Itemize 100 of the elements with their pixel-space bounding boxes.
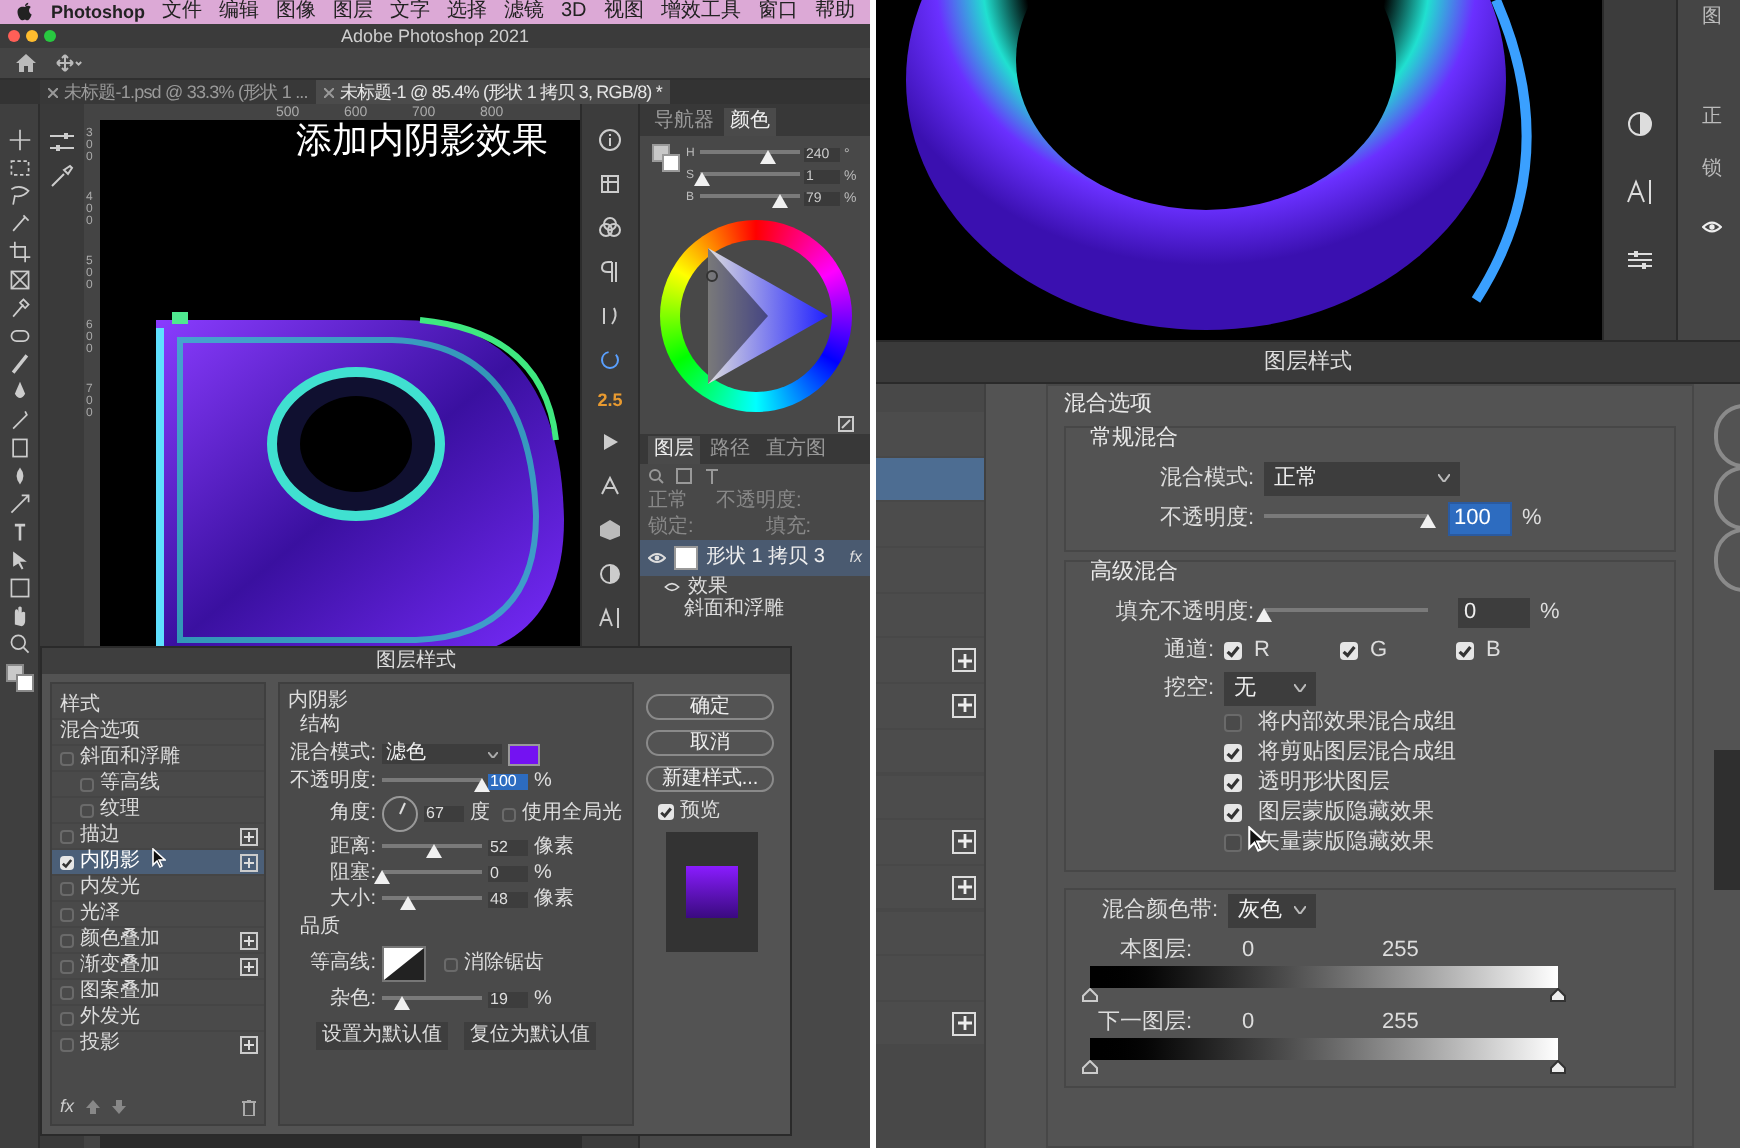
range-handle-icon[interactable] xyxy=(1550,1060,1566,1074)
style-list-item[interactable]: 投影 xyxy=(52,1030,264,1056)
style-list-item[interactable] xyxy=(876,1001,984,1045)
value-field[interactable]: 0 xyxy=(1458,597,1530,627)
type-icon[interactable] xyxy=(1626,178,1654,206)
color-swatches-icon[interactable] xyxy=(5,664,33,692)
checkbox[interactable] xyxy=(60,907,74,921)
style-list-item[interactable]: 纹理 xyxy=(52,796,264,822)
move-down-icon[interactable] xyxy=(112,1100,127,1114)
play-icon[interactable] xyxy=(598,430,622,454)
document-tab[interactable]: 未标题-1 @ 85.4% (形状 1 拷贝 3, RGB/8) * xyxy=(315,80,670,104)
menu-item[interactable]: 选择 xyxy=(447,2,487,22)
add-button[interactable] xyxy=(240,931,258,949)
panel-tab[interactable]: 路径 xyxy=(704,436,756,464)
rectangle-tool-icon[interactable] xyxy=(7,436,31,460)
checkbox[interactable] xyxy=(60,959,74,973)
menu-item[interactable]: 增效工具 xyxy=(660,2,741,22)
checkbox[interactable] xyxy=(1456,641,1474,659)
panel-tab[interactable]: 颜色 xyxy=(724,108,776,136)
slider-track[interactable] xyxy=(700,166,800,186)
pen-tool-icon[interactable] xyxy=(7,408,31,432)
menu-item[interactable]: 编辑 xyxy=(219,2,259,22)
style-list-item[interactable] xyxy=(876,684,984,728)
slider-thumb[interactable] xyxy=(374,869,390,883)
caret-icon[interactable] xyxy=(488,751,498,757)
value-field[interactable]: 48 xyxy=(488,891,528,907)
slider-thumb[interactable] xyxy=(1420,514,1436,528)
expand-icon[interactable] xyxy=(838,416,854,432)
move-up-icon[interactable] xyxy=(86,1100,101,1114)
slider-track[interactable] xyxy=(700,188,800,208)
home-icon[interactable] xyxy=(16,54,36,72)
menu-item[interactable]: 3D xyxy=(561,2,587,22)
style-list-item[interactable]: 斜面和浮雕 xyxy=(52,744,264,770)
style-list-item[interactable]: 混合选项 xyxy=(52,718,264,744)
dialog-button[interactable]: 新建样式... xyxy=(646,766,774,792)
checkbox[interactable] xyxy=(80,777,94,791)
style-list-item[interactable] xyxy=(876,638,984,682)
checkbox[interactable] xyxy=(60,1037,74,1051)
fx-icon[interactable]: fx xyxy=(60,1098,75,1116)
caret-icon[interactable] xyxy=(1294,906,1306,914)
default-button[interactable]: 复位为默认值 xyxy=(464,1022,596,1050)
style-list-item[interactable]: 图案叠加 xyxy=(52,978,264,1004)
glyph-icon[interactable] xyxy=(598,474,622,498)
style-list-item[interactable]: 内阴影 xyxy=(52,848,264,874)
checkbox[interactable] xyxy=(1224,834,1242,852)
lasso-tool-icon[interactable] xyxy=(7,184,31,208)
default-button[interactable]: 设置为默认值 xyxy=(316,1022,448,1050)
adjust-icon[interactable] xyxy=(1626,246,1654,274)
eye-icon[interactable] xyxy=(1702,220,1722,234)
add-button[interactable] xyxy=(952,829,976,854)
pencil-tool-icon[interactable] xyxy=(7,352,31,376)
slider-thumb[interactable] xyxy=(1256,608,1272,622)
cube-icon[interactable] xyxy=(598,518,622,542)
marquee-tool-icon[interactable] xyxy=(7,156,31,180)
trash-icon[interactable] xyxy=(242,1099,256,1115)
rotate-icon[interactable] xyxy=(598,348,622,372)
menu-item[interactable]: 滤镜 xyxy=(504,2,544,22)
checkbox[interactable] xyxy=(60,1011,74,1025)
slider-thumb[interactable] xyxy=(771,194,787,208)
checkbox[interactable] xyxy=(60,751,74,765)
style-list-item[interactable] xyxy=(876,820,984,864)
slider-thumb[interactable] xyxy=(393,995,409,1009)
dialog-button[interactable]: 确定 xyxy=(646,694,774,720)
zoom-button[interactable] xyxy=(44,30,56,42)
angle-dial[interactable] xyxy=(382,796,418,832)
checkbox[interactable] xyxy=(1340,641,1358,659)
style-list-item[interactable] xyxy=(876,865,984,909)
checkbox[interactable] xyxy=(60,829,74,843)
add-button[interactable] xyxy=(952,648,976,673)
caret-icon[interactable] xyxy=(1438,474,1450,482)
blend-if-dropdown[interactable]: 灰色 xyxy=(1228,893,1316,927)
add-button[interactable] xyxy=(952,693,976,718)
blend-mode-dropdown[interactable]: 滤色 xyxy=(382,744,502,764)
checkbox[interactable] xyxy=(1224,774,1242,792)
document-tab[interactable]: 未标题-1.psd @ 33.3% (形状 1 ... xyxy=(40,80,316,104)
checkbox[interactable] xyxy=(60,933,74,947)
half-circle-icon[interactable] xyxy=(598,562,622,586)
checkbox[interactable] xyxy=(60,881,74,895)
minimize-button[interactable] xyxy=(26,30,38,42)
range-handle-icon[interactable] xyxy=(1550,988,1566,1002)
type-icon[interactable] xyxy=(598,606,622,630)
checkbox[interactable] xyxy=(444,957,458,971)
value-field[interactable]: 100 xyxy=(1448,501,1512,535)
slider-thumb[interactable] xyxy=(474,777,490,791)
blend-mode-dropdown[interactable]: 正常 xyxy=(1264,461,1460,495)
eyedropper-tool-icon[interactable] xyxy=(7,296,31,320)
value-field[interactable]: 100 xyxy=(488,773,528,789)
line-tool-icon[interactable] xyxy=(7,492,31,516)
style-list-item[interactable]: 渐变叠加 xyxy=(52,952,264,978)
pointer-tool-icon[interactable] xyxy=(7,548,31,572)
style-list-item[interactable]: 光泽 xyxy=(52,900,264,926)
ellipse-tool-icon[interactable] xyxy=(7,324,31,348)
table-icon[interactable] xyxy=(598,172,622,196)
slider-thumb[interactable] xyxy=(759,150,775,164)
panel-tab[interactable]: 图层 xyxy=(648,436,700,464)
contour-preview[interactable] xyxy=(382,946,426,982)
value-field[interactable]: 52 xyxy=(488,839,528,855)
menu-item[interactable]: 图像 xyxy=(276,2,316,22)
eye-icon[interactable] xyxy=(648,552,666,564)
apple-icon[interactable] xyxy=(16,2,34,22)
